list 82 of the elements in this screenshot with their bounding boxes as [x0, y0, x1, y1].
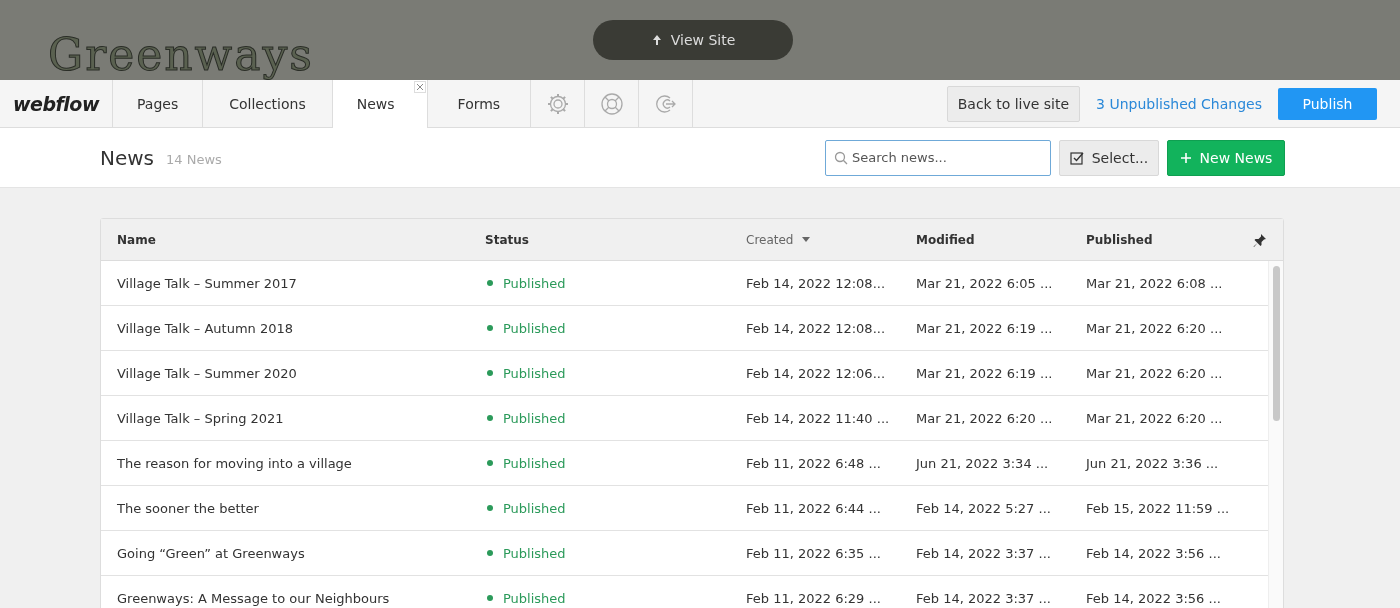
- status-dot: [487, 280, 493, 286]
- gear-icon: [545, 91, 570, 116]
- table-cell-text: Mar 21, 2022 6:19 ...: [915, 320, 1054, 336]
- unpublished-changes-link[interactable]: 3 Unpublished Changes: [1096, 95, 1262, 112]
- status-dot: [487, 460, 493, 466]
- table-cell-text: Village Talk – Autumn 2018: [116, 320, 295, 336]
- table-cell-text: Mar 21, 2022 6:20 ...: [1085, 410, 1224, 426]
- status-text: Published: [503, 410, 566, 426]
- table-cell-text: Village Talk – Spring 2021: [116, 410, 285, 426]
- column-header[interactable]: Modified: [900, 232, 1070, 247]
- select-button[interactable]: Select...: [1059, 139, 1159, 176]
- table-cell-text: Feb 14, 2022 12:06...: [745, 365, 887, 381]
- table-cell-text: Jun 21, 2022 3:34 ...: [914, 455, 1050, 471]
- table-row[interactable]: Village Talk – Spring 2021 Published Feb 14, 2022 11:40 ... Mar 21, 2022 6:20 ... Mar 21, 2022 6:20 ...: [101, 396, 1268, 441]
- arrow-icon: [650, 34, 663, 46]
- table-row[interactable]: Village Talk – Summer 2020 Published Feb 14, 2022 12:06... Mar 21, 2022 6:19 ... Mar 21, 2022 6:20 ...: [101, 351, 1268, 396]
- table-cell-text: Feb 11, 2022 6:29 ...: [745, 590, 882, 606]
- table-row[interactable]: Village Talk – Autumn 2018 Published Feb 14, 2022 12:08... Mar 21, 2022 6:19 ... Mar 21, 2022 6:20 ...: [101, 306, 1268, 351]
- tab[interactable]: News: [332, 80, 428, 128]
- table-cell-text: Going “Green” at Greenways: [116, 545, 306, 561]
- table-cell-text: Mar 21, 2022 6:20 ...: [915, 410, 1054, 426]
- status-text: Published: [503, 275, 566, 291]
- status-text: Published: [503, 500, 566, 516]
- lifebuoy-icon: [599, 91, 624, 116]
- table-row[interactable]: Going “Green” at Greenways Published Feb 11, 2022 6:35 ... Feb 14, 2022 3:37 ... Feb 14, 2022 3:56 ...: [101, 531, 1268, 576]
- table-cell-text: Feb 14, 2022 11:40 ...: [745, 410, 891, 426]
- table-cell-text: Feb 14, 2022 12:08...: [745, 320, 887, 336]
- column-header[interactable]: Status: [469, 232, 730, 247]
- table-cell-text: Feb 15, 2022 11:59 ...: [1085, 500, 1231, 516]
- status-dot: [487, 370, 493, 376]
- table-cell-text: The reason for moving into a village: [116, 455, 353, 471]
- table-cell-text: Jun 21, 2022 3:36 ...: [1084, 455, 1220, 471]
- table-cell-text: Mar 21, 2022 6:20 ...: [1085, 320, 1224, 336]
- status-dot: [487, 505, 493, 511]
- status-text: Published: [503, 320, 566, 336]
- status-dot: [487, 325, 493, 331]
- table-cell-text: Feb 14, 2022 5:27 ...: [915, 500, 1052, 516]
- tab[interactable]: Collections: [203, 80, 333, 127]
- table-cell-text: Feb 11, 2022 6:48 ...: [745, 455, 882, 471]
- table-cell-text: Mar 21, 2022 6:19 ...: [915, 365, 1054, 381]
- pin-icon: [1253, 232, 1267, 247]
- status-text: Published: [503, 455, 566, 471]
- column-header[interactable]: Published: [1070, 232, 1253, 247]
- site-logo-text: Greenways: [48, 30, 314, 80]
- table-row[interactable]: The reason for moving into a village Published Feb 11, 2022 6:48 ... Jun 21, 2022 3:34 ... Jun 21, 2022 3:36 ...: [101, 441, 1268, 486]
- scrollbar-thumb[interactable]: [1272, 266, 1280, 421]
- table-cell-text: Mar 21, 2022 6:20 ...: [1085, 365, 1224, 381]
- tab[interactable]: Forms: [427, 80, 532, 127]
- table-cell-text: Greenways: A Message to our Neighbours: [116, 590, 391, 606]
- table-row[interactable]: Village Talk – Summer 2017 Published Feb 14, 2022 12:08... Mar 21, 2022 6:05 ... Mar 21, 2022 6:08 ...: [101, 261, 1268, 306]
- status-dot: [487, 550, 493, 556]
- table-cell-text: Mar 21, 2022 6:08 ...: [1085, 275, 1224, 291]
- table-row[interactable]: The sooner the better Published Feb 11, 2022 6:44 ... Feb 14, 2022 5:27 ... Feb 15, 2022 11:59 ...: [101, 486, 1268, 531]
- brand-logo[interactable]: webflow: [0, 80, 113, 127]
- page-title: News: [100, 145, 155, 170]
- table-cell-text: Mar 21, 2022 6:05 ...: [915, 275, 1054, 291]
- plus-icon: [1179, 151, 1192, 164]
- table-cell-text: Feb 11, 2022 6:44 ...: [745, 500, 882, 516]
- checkbox-icon: [1069, 150, 1084, 165]
- table-cell-text: Feb 14, 2022 3:56 ...: [1085, 545, 1222, 561]
- table-cell-text: Feb 14, 2022 3:37 ...: [915, 545, 1052, 561]
- view-site-button[interactable]: View Site: [593, 20, 793, 60]
- column-header[interactable]: Created: [730, 232, 900, 247]
- table-cell-text: The sooner the better: [116, 500, 260, 516]
- status-text: Published: [503, 545, 566, 561]
- table-cell-text: Village Talk – Summer 2017: [116, 275, 298, 291]
- status-text: Published: [503, 590, 566, 606]
- column-header[interactable]: Name: [101, 232, 469, 247]
- close-icon[interactable]: [413, 81, 426, 93]
- status-dot: [487, 595, 493, 601]
- status-dot: [487, 415, 493, 421]
- table-cell-text: Village Talk – Summer 2020: [116, 365, 298, 381]
- status-text: Published: [503, 365, 566, 381]
- table-cell-text: Feb 14, 2022 12:08...: [745, 275, 887, 291]
- back-to-live-site-button[interactable]: Back to live site: [946, 85, 1081, 122]
- search-icon: [834, 150, 848, 165]
- table-cell-text: Feb 14, 2022 3:56 ...: [1085, 590, 1222, 606]
- tab[interactable]: Pages: [113, 80, 204, 127]
- table-cell-text: Feb 11, 2022 6:35 ...: [745, 545, 882, 561]
- item-count: 14 News: [166, 152, 222, 167]
- search-field[interactable]: Search news...: [825, 139, 1051, 176]
- table-cell-text: Feb 14, 2022 3:37 ...: [915, 590, 1052, 606]
